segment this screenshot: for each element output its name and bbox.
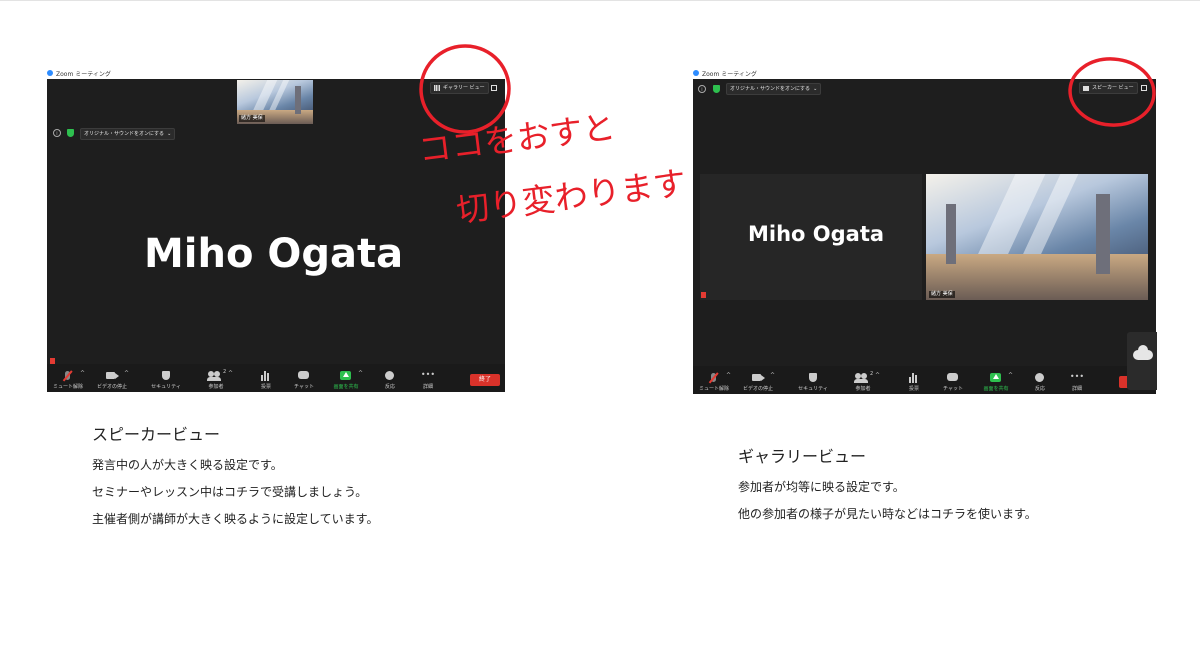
meeting-area: i オリジナル・サウンドをオンにする ⌄ スピーカー ビュー Miho Ogat…: [693, 79, 1156, 394]
participant-thumbnail[interactable]: 緒方 美保: [237, 80, 313, 124]
speaker-view-desc-1: 発言中の人が大きく映る設定です。: [92, 458, 283, 472]
gallery-view-window: Zoom ミーティング i オリジナル・サウンドをオンにする ⌄ スピーカー ビ…: [693, 68, 1156, 395]
gallery-view-desc-1: 参加者が均等に映る設定です。: [738, 480, 905, 494]
zoom-logo-icon: [693, 70, 699, 76]
chat-button[interactable]: チャット: [283, 371, 325, 390]
participant-tile-video[interactable]: 緒方 美保: [926, 174, 1148, 300]
security-shield-icon: [67, 129, 74, 137]
stop-video-button[interactable]: ^ ビデオの停止: [91, 370, 133, 390]
speaker-view-button[interactable]: スピーカー ビュー: [1079, 82, 1138, 94]
original-sound-button[interactable]: オリジナル・サウンドをオンにする ⌄: [80, 128, 176, 140]
grid-icon: [434, 85, 440, 91]
onedrive-widget[interactable]: [1127, 332, 1157, 390]
stop-video-button[interactable]: ^ ビデオの停止: [737, 372, 779, 392]
gallery-view-desc-2: 他の参加者の様子が見たい時などはコチラを使います。: [738, 507, 1037, 521]
participant-tile-name[interactable]: Miho Ogata: [700, 174, 922, 300]
security-button[interactable]: セキュリティ: [145, 371, 187, 390]
polling-button[interactable]: 投票: [893, 373, 935, 392]
reactions-button[interactable]: 反応: [369, 371, 411, 390]
more-button[interactable]: ••• 詳細: [407, 370, 449, 391]
chat-bubble-icon: [932, 373, 974, 383]
fullscreen-icon[interactable]: [491, 85, 497, 91]
muted-mic-icon: [701, 292, 706, 298]
bar-chart-icon: [893, 373, 935, 383]
polling-button[interactable]: 投票: [245, 371, 287, 390]
speaker-view-desc-3: 主催者側が講師が大きく映るように設定しています。: [92, 512, 379, 526]
security-button[interactable]: セキュリティ: [792, 373, 834, 392]
active-speaker-name: Miho Ogata: [144, 231, 404, 277]
speaker-view-label: スピーカー ビュー: [1092, 85, 1134, 91]
unmute-button[interactable]: ^ ミュート解除: [693, 372, 735, 392]
window-title-text: Zoom ミーティング: [702, 70, 757, 78]
window-title-text: Zoom ミーティング: [56, 70, 111, 78]
more-dots-icon: •••: [420, 370, 436, 379]
top-divider: [0, 0, 1200, 1]
gallery-view-title: ギャラリービュー: [738, 447, 867, 466]
info-icon[interactable]: i: [53, 129, 61, 137]
gallery-view-label: ギャラリー ビュー: [443, 85, 485, 91]
info-icon[interactable]: i: [698, 85, 706, 93]
share-screen-button[interactable]: ^ 画面を共有: [325, 370, 367, 390]
speaker-view-desc-2: セミナーやレッスン中はコチラで受講しましょう。: [92, 485, 368, 499]
smiley-icon: [1019, 373, 1061, 383]
participants-button[interactable]: 2 ^ 参加者: [195, 369, 237, 390]
meeting-toolbar: ^ ミュート解除 ^ ビデオの停止 セキュリティ 2 ^ 参加者 投票 チャット…: [693, 366, 1156, 394]
speaker-view-window: Zoom ミーティング 緒方 美保 ギャラリー ビュー i オリジナル・サウンド…: [47, 68, 505, 393]
more-dots-icon: •••: [1069, 372, 1085, 381]
gallery-view-button[interactable]: ギャラリー ビュー: [430, 82, 489, 94]
window-title: Zoom ミーティング: [47, 68, 111, 78]
shield-icon: [792, 373, 834, 383]
participants-button[interactable]: 2 ^ 参加者: [842, 371, 884, 392]
smiley-icon: [369, 371, 411, 381]
chevron-down-icon: ⌄: [167, 131, 172, 137]
end-meeting-button[interactable]: 終了: [470, 374, 500, 386]
unmute-button[interactable]: ^ ミュート解除: [47, 370, 89, 390]
video-name-tag: 緒方 美保: [929, 291, 955, 298]
chevron-down-icon: ⌄: [813, 86, 818, 92]
security-shield-icon: [713, 85, 720, 93]
cloud-icon: [1133, 345, 1153, 360]
more-button[interactable]: ••• 詳細: [1056, 372, 1098, 393]
bar-chart-icon: [245, 371, 287, 381]
thumbnail-name-tag: 緒方 美保: [239, 115, 265, 122]
reactions-button[interactable]: 反応: [1019, 373, 1061, 392]
chat-bubble-icon: [283, 371, 325, 381]
shield-icon: [145, 371, 187, 381]
tile-name-text: Miho Ogata: [748, 222, 885, 246]
meeting-area: 緒方 美保 ギャラリー ビュー i オリジナル・サウンドをオンにする ⌄ Mih…: [47, 79, 505, 392]
speaker-view-title: スピーカービュー: [92, 425, 221, 444]
window-title: Zoom ミーティング: [693, 68, 757, 78]
speaker-view-icon: [1083, 85, 1089, 91]
zoom-logo-icon: [47, 70, 53, 76]
share-screen-button[interactable]: ^ 画面を共有: [975, 372, 1017, 392]
meeting-toolbar: ^ ミュート解除 ^ ビデオの停止 セキュリティ 2 ^ 参加者 投票 チャット…: [47, 364, 505, 392]
fullscreen-icon[interactable]: [1141, 85, 1147, 91]
chat-button[interactable]: チャット: [932, 373, 974, 392]
original-sound-button[interactable]: オリジナル・サウンドをオンにする ⌄: [726, 83, 822, 95]
